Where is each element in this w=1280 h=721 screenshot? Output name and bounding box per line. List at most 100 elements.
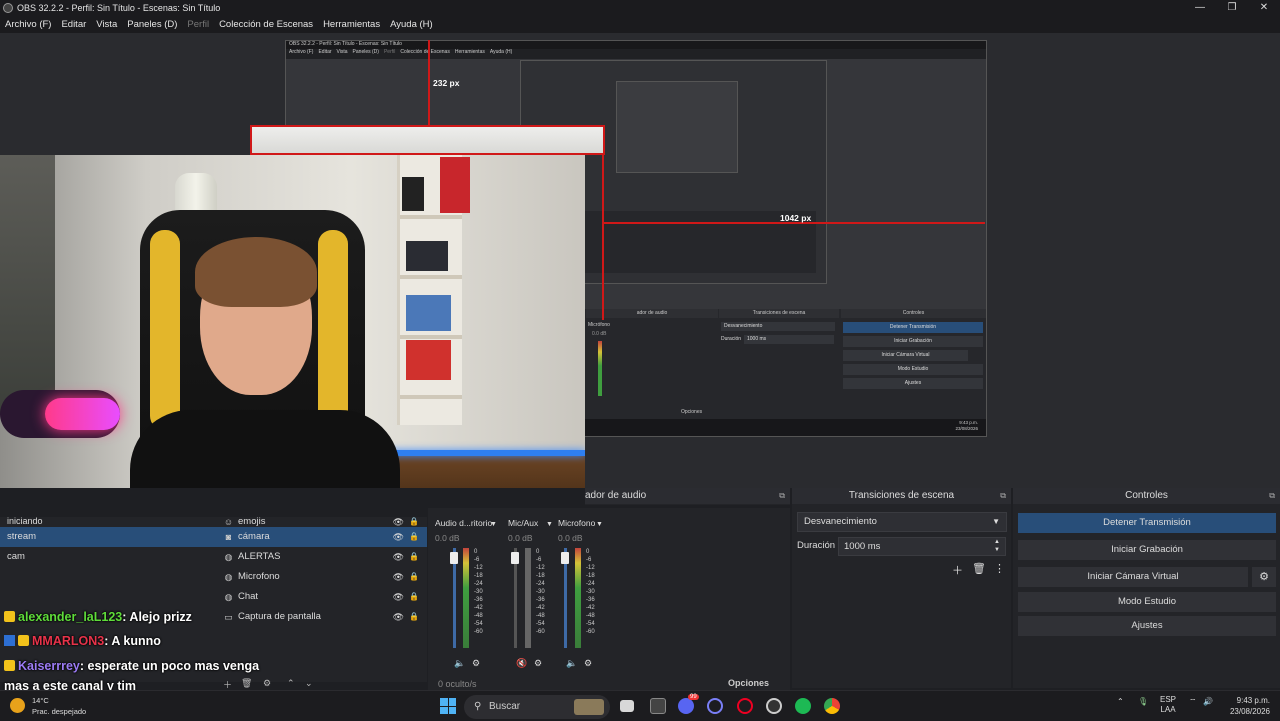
selected-source-strip[interactable] — [250, 125, 605, 155]
settings-button[interactable]: Ajustes — [1018, 616, 1276, 636]
menu-paneles[interactable]: Paneles (D) — [122, 19, 182, 30]
obs-taskbar-icon[interactable] — [707, 698, 723, 714]
search-highlight-image — [574, 699, 604, 715]
eye-icon[interactable]: 👁 — [393, 517, 404, 527]
eye-icon[interactable]: 👁 — [393, 547, 404, 567]
eye-icon[interactable]: 👁 — [393, 587, 404, 607]
scene-item-iniciando[interactable]: iniciando — [0, 517, 215, 525]
lock-icon[interactable]: 🔒 — [409, 527, 419, 547]
menu-bar: Archivo (F) Editar Vista Paneles (D) Per… — [0, 15, 1280, 33]
shelf-box — [406, 295, 451, 331]
transition-select[interactable]: Desvanecimiento ▼ — [797, 512, 1007, 532]
studio-mode-button[interactable]: Modo Estudio — [1018, 592, 1276, 612]
start-recording-button[interactable]: Iniciar Grabación — [1018, 540, 1276, 560]
gear-icon[interactable]: ⚙ — [584, 658, 592, 669]
windows-taskbar: 14°C Prac. despejado ⚲ Buscar 99 ⌃ 🎙 ESP… — [0, 690, 1280, 721]
channel-dropdown-icon[interactable]: ▼ — [596, 521, 603, 528]
nested-mixer-header: ador de audio — [586, 309, 718, 318]
task-view-icon[interactable] — [620, 700, 634, 712]
volume-fader-knob[interactable] — [511, 552, 519, 564]
microphone-tray-icon[interactable]: 🎙 — [1138, 697, 1148, 706]
chevron-up-icon[interactable]: ⌃ — [1117, 697, 1124, 706]
window-controls: — ❐ ✕ — [1184, 0, 1280, 15]
source-item[interactable]: ☺ emojis 👁 🔒 — [215, 517, 427, 527]
system-clock[interactable]: 9:43 p.m. 23/08/2026 — [1222, 695, 1270, 717]
db-scale: 0 -6 -12 -18 -24 -30 -36 -42 -48 -54 -60 — [586, 549, 595, 635]
transition-selected: Desvanecimiento — [804, 516, 877, 527]
volume-fader-knob[interactable] — [450, 552, 458, 564]
menu-herramientas[interactable]: Herramientas — [318, 19, 385, 30]
lock-icon[interactable]: 🔒 — [409, 587, 419, 607]
add-icon[interactable]: ＋ — [952, 562, 963, 578]
badge-icon — [4, 635, 15, 646]
more-icon[interactable]: ⋮ — [994, 562, 1005, 575]
volume-fader-knob[interactable] — [561, 552, 569, 564]
obs-studio-icon[interactable] — [766, 698, 782, 714]
start-virtual-camera-button[interactable]: Iniciar Cámara Virtual — [1018, 567, 1248, 587]
lock-icon[interactable]: 🔒 — [409, 547, 419, 567]
speaker-muted-icon[interactable]: 🔇 — [516, 658, 527, 669]
db-scale: 0 -6 -12 -18 -24 -30 -36 -42 -48 -54 -60 — [474, 549, 483, 635]
minimize-button[interactable]: — — [1184, 0, 1216, 15]
menu-perfil[interactable]: Perfil — [182, 19, 214, 30]
discord-icon[interactable] — [678, 698, 694, 714]
source-item[interactable]: ◙ cámara 👁 🔒 — [215, 527, 427, 547]
popout-icon[interactable]: ⧉ — [1000, 488, 1006, 504]
lock-icon[interactable]: 🔒 — [409, 567, 419, 587]
nested-settings-button: Ajustes — [843, 378, 983, 389]
speaker-icon[interactable]: 🔈 — [566, 658, 577, 669]
maximize-button[interactable]: ❐ — [1216, 0, 1248, 15]
shelf-box — [406, 241, 448, 271]
virtual-camera-settings-gear-icon[interactable]: ⚙ — [1252, 567, 1276, 587]
terminal-icon[interactable] — [650, 698, 666, 714]
volume-icon[interactable]: 🔊 — [1203, 697, 1213, 706]
popout-icon[interactable]: ⧉ — [779, 488, 785, 504]
channel-dropdown-icon[interactable]: ▼ — [546, 521, 553, 528]
language-indicator[interactable]: ESP LAA — [1160, 695, 1176, 715]
volume-meter — [575, 548, 581, 648]
menu-coleccion-escenas[interactable]: Colección de Escenas — [214, 19, 318, 30]
scene-item-stream[interactable]: stream — [0, 527, 215, 547]
source-label: cámara — [238, 531, 270, 542]
eye-icon[interactable]: 👁 — [393, 567, 404, 587]
source-label: Microfono — [238, 571, 280, 582]
nested-mic-label: Micrófono — [588, 322, 610, 328]
gear-icon[interactable]: ⚙ — [534, 658, 542, 669]
lock-icon[interactable]: 🔒 — [409, 517, 419, 527]
nested-menu-item: Perfil — [383, 49, 396, 55]
source-label: emojis — [238, 517, 266, 527]
menu-archivo[interactable]: Archivo (F) — [0, 19, 56, 30]
menu-editar[interactable]: Editar — [56, 19, 91, 30]
channel-dropdown-icon[interactable]: ▼ — [490, 521, 497, 528]
source-item[interactable]: ◍ Microfono 👁 🔒 — [215, 567, 427, 587]
nested-menu-item: Vista — [336, 49, 348, 55]
popout-icon[interactable]: ⧉ — [1269, 488, 1275, 504]
menu-vista[interactable]: Vista — [91, 19, 122, 30]
mixer-options-button[interactable]: Opciones — [728, 678, 769, 688]
speaker-icon[interactable]: 🔈 — [454, 658, 465, 669]
stop-streaming-button[interactable]: Detener Transmisión — [1018, 513, 1276, 533]
chat-message: alexander_laL123: Alejo prizz — [4, 610, 192, 624]
spin-arrows-icon[interactable]: ▲ ▼ — [994, 538, 1000, 554]
webcam-source[interactable] — [0, 155, 585, 517]
menu-ayuda[interactable]: Ayuda (H) — [385, 19, 438, 30]
eye-icon[interactable]: 👁 — [393, 527, 404, 547]
chrome-icon[interactable] — [824, 698, 840, 714]
emoji-icon: ☺ — [223, 517, 234, 527]
source-item[interactable]: ◍ Chat 👁 🔒 — [215, 587, 427, 607]
opera-icon[interactable] — [737, 698, 753, 714]
windows-start-icon[interactable] — [440, 698, 456, 714]
source-item[interactable]: ◍ ALERTAS 👁 🔒 — [215, 547, 427, 567]
close-button[interactable]: ✕ — [1248, 0, 1280, 15]
nested-studio-mode-button: Modo Estudio — [843, 364, 983, 375]
duration-input[interactable]: 1000 ms ▲ ▼ — [838, 537, 1006, 556]
taskbar-search[interactable]: ⚲ Buscar — [464, 695, 610, 719]
chat-message: Kaiserrrey: esperate un poco mas venga — [4, 659, 259, 673]
source-label: ALERTAS — [238, 551, 281, 562]
scene-item-cam[interactable]: cam — [0, 547, 215, 567]
chat-user: Kaiserrrey — [18, 659, 80, 673]
wifi-icon[interactable]: ⌔ — [1189, 697, 1197, 707]
spotify-icon[interactable] — [795, 698, 811, 714]
gear-icon[interactable]: ⚙ — [472, 658, 480, 669]
trash-icon[interactable]: 🗑 — [972, 562, 986, 575]
